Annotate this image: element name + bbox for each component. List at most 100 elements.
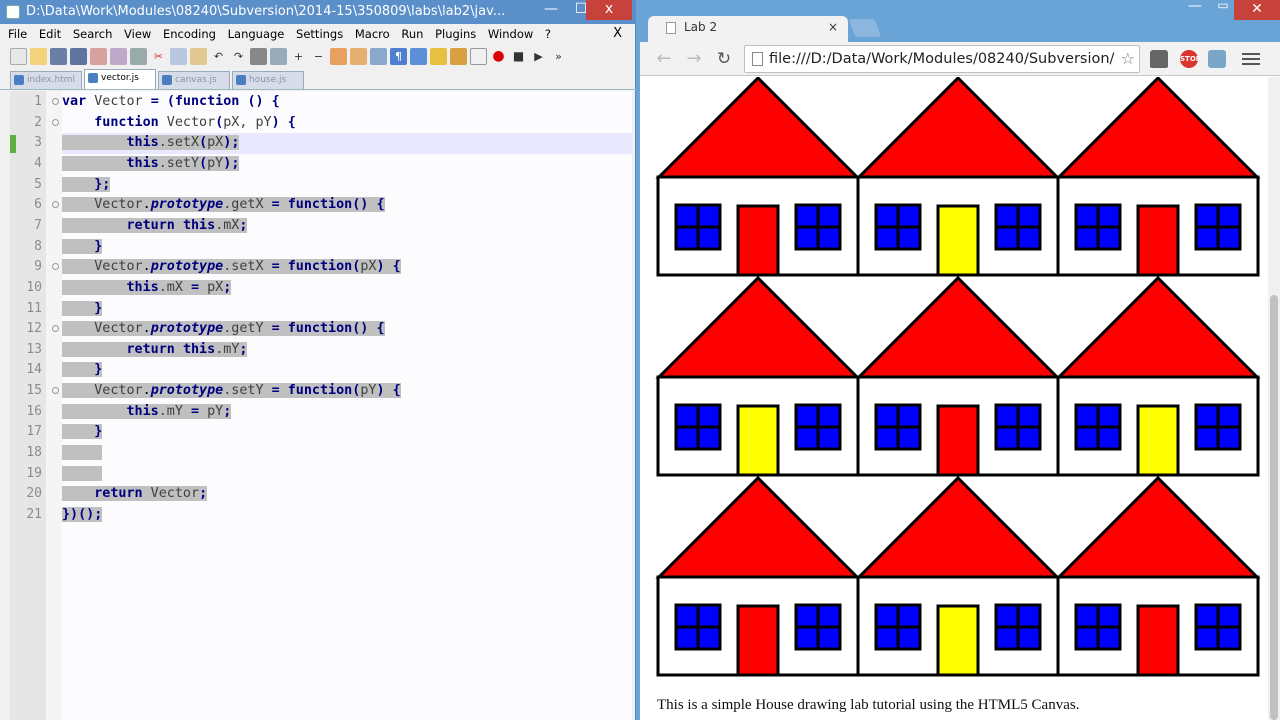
new-tab-button[interactable] [848,19,882,37]
bookmark-star-icon[interactable]: ☆ [1121,46,1135,72]
scrollbar-thumb[interactable] [1270,295,1278,720]
menu-search[interactable]: Search [73,27,113,41]
code-line[interactable]: this.setX(pX); [62,133,240,153]
copy-icon[interactable] [170,47,187,65]
show-all-chars-icon[interactable]: ¶ [390,47,407,65]
code-line[interactable]: Vector.prototype.setY = function(pY) { [62,381,401,401]
menu-settings[interactable]: Settings [296,27,343,41]
save-all-icon[interactable] [70,47,87,65]
fold-toggle-icon[interactable] [52,118,59,126]
sync-vertical-icon[interactable] [330,47,347,65]
chrome-close-button[interactable]: ✕ [1234,0,1280,20]
indent-guide-icon[interactable] [410,47,427,65]
code-line[interactable]: return Vector; [62,484,208,504]
code-line[interactable]: } [62,422,103,442]
menu-encoding[interactable]: Encoding [163,27,216,41]
function-list-icon[interactable] [470,47,487,65]
menu-plugins[interactable]: Plugins [435,27,476,41]
code-line[interactable]: Vector.prototype.getY = function() { [62,319,385,339]
code-line[interactable]: this.setY(pY); [62,154,240,174]
menu-run[interactable]: Run [401,27,423,41]
open-folder-icon[interactable] [30,47,47,65]
code-line[interactable] [62,464,103,484]
redo-icon[interactable]: ↷ [230,48,247,65]
npp-title-bar[interactable]: D:\Data\Work\Modules\08240\Subversion\20… [0,0,636,24]
menu-help[interactable]: ? [545,27,551,41]
browser-tab-lab2[interactable]: Lab 2 × [648,16,848,42]
code-selection: } [94,238,103,254]
doc-map-icon[interactable] [450,47,467,65]
house-door [936,404,980,477]
npp-close-button[interactable]: x [586,0,632,20]
close-all-icon[interactable] [110,47,127,65]
code-line[interactable]: }; [62,175,111,195]
chrome-minimize-button[interactable]: — [1180,0,1210,14]
macro-stop-icon[interactable]: ■ [510,48,527,65]
user-lang-icon[interactable] [430,47,447,65]
code-line[interactable]: Vector.prototype.setX = function(pX) { [62,257,401,277]
forward-arrow-icon[interactable]: → [682,47,706,71]
code-line[interactable]: return this.mY; [62,340,248,360]
code-editor[interactable]: 1 var Vector = (function () {2 function V… [10,91,632,720]
code-line[interactable]: } [62,299,103,319]
code-line[interactable]: return this.mX; [62,216,248,236]
macro-play-icon[interactable]: ▶ [530,48,547,65]
code-line[interactable]: this.mX = pX; [62,278,232,298]
code-line[interactable]: this.mY = pY; [62,402,232,422]
toolbar-overflow-icon[interactable]: » [550,48,567,65]
zoom-in-icon[interactable]: + [290,48,307,65]
code-line[interactable]: Vector.prototype.getX = function() { [62,195,385,215]
code-line[interactable]: } [62,237,103,257]
code-token: Vector [142,486,200,502]
menu-language[interactable]: Language [228,27,285,41]
close-file-icon[interactable] [90,47,107,65]
npp-minimize-button[interactable]: — [536,0,566,20]
lock-extension-icon[interactable] [1150,50,1168,68]
menu-view[interactable]: View [124,27,151,41]
code-token: ( [199,155,208,171]
code-indent [62,383,95,399]
zoom-out-icon[interactable]: − [310,48,327,65]
code-token: . [142,383,151,399]
menu-window[interactable]: Window [488,27,533,41]
paste-icon[interactable] [190,47,207,65]
extension-icon[interactable] [1208,50,1226,68]
fold-toggle-icon[interactable] [52,98,59,105]
code-line[interactable]: var Vector = (function () { [62,92,280,112]
sync-horizontal-icon[interactable] [350,47,367,65]
code-line[interactable] [62,443,103,463]
hamburger-menu-icon[interactable] [1242,50,1260,68]
code-selection: this.setX(pX); [126,135,240,151]
fold-margin[interactable] [46,91,62,720]
menu-macro[interactable]: Macro [355,27,390,41]
page-scrollbar[interactable] [1268,77,1280,720]
code-line[interactable]: } [62,360,103,380]
tab-index-html[interactable]: index.html [10,71,82,89]
code-token: () [247,94,264,109]
word-wrap-icon[interactable] [370,47,387,65]
reload-icon[interactable]: ↻ [712,47,736,71]
menu-edit[interactable]: Edit [39,27,61,41]
save-icon[interactable] [50,47,67,65]
code-indent [62,176,95,192]
find-icon[interactable] [250,47,267,65]
tab-canvas-js[interactable]: canvas.js [158,71,230,89]
code-line[interactable]: })(); [62,505,103,525]
npp-document-close-button[interactable]: X [613,24,622,44]
cut-icon[interactable]: ✂ [150,48,167,65]
tab-house-js[interactable]: house.js [232,71,304,89]
macro-record-icon[interactable]: ● [490,48,507,65]
replace-icon[interactable] [270,47,287,65]
code-line[interactable]: function Vector(pX, pY) { [62,113,296,133]
address-bar[interactable]: file:///D:/Data/Work/Modules/08240/Subve… [744,45,1140,73]
chrome-tab-strip[interactable]: Lab 2 × — ▭ ✕ [640,0,1280,42]
tab-close-icon[interactable]: × [828,16,838,38]
back-arrow-icon[interactable]: ← [652,47,676,71]
print-icon[interactable] [130,47,147,65]
code-token: pX, pY [223,114,272,130]
stop-extension-icon[interactable]: STOP [1180,50,1201,68]
new-file-icon[interactable] [10,47,27,65]
undo-icon[interactable]: ↶ [210,48,227,65]
tab-vector-js[interactable]: vector.js [84,69,156,89]
menu-file[interactable]: File [8,27,27,41]
